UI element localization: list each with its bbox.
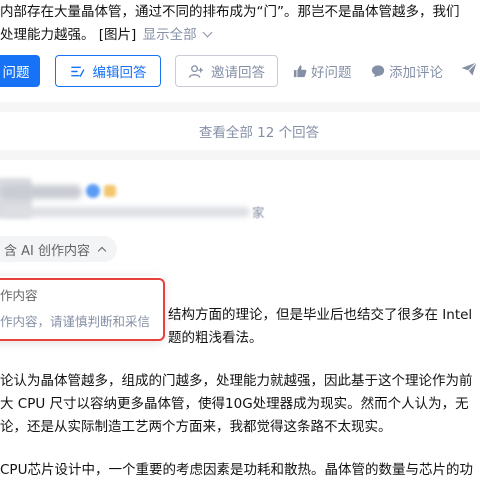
invite-answer-label: 邀请回答 <box>211 65 265 81</box>
chevron-down-icon <box>202 27 213 38</box>
answer-paragraph-3-line-1: CPU芯片设计中，一个重要的考虑因素是功耗和散热。晶体管的数量与芯片的功 <box>0 462 473 478</box>
question-description-line-2: 处理能力越强。 [图片] 显示全部 <box>0 24 213 46</box>
invite-answer-button[interactable]: 邀请回答 <box>175 55 278 87</box>
verified-badge-icon <box>86 184 100 198</box>
ai-popover-title: 作内容 <box>0 288 38 303</box>
share-button[interactable] <box>461 55 477 87</box>
question-card: 内部存在大量晶体管，通过不同的排布成为“门”。那岂不是晶体管越多，我们 处理能力… <box>0 0 480 102</box>
thumbs-up-icon <box>293 64 307 78</box>
add-comment-label: 添加评论 <box>389 65 443 81</box>
question-description-line-1: 内部存在大量晶体管，通过不同的排布成为“门”。那岂不是晶体管越多，我们 <box>0 4 460 20</box>
edit-answer-button[interactable]: 编辑回答 <box>55 55 161 87</box>
answer-paragraph-2-line-2: 大 CPU 尺寸以容纳更多晶体管，使得10G处理器成为现实。然而个人认为，无 <box>0 396 469 412</box>
view-all-answers-bar[interactable]: 查看全部 12 个回答 <box>0 112 480 150</box>
author-bio-tail: 家 <box>252 205 265 220</box>
answer-paragraph-2-line-3: 论，还是从实际制造工艺两个方面来，我都觉得这条路不太现实。 <box>0 419 392 435</box>
ai-popover-description: 作内容，请谨慎判断和采信 <box>0 314 151 329</box>
add-comment-button[interactable]: 添加评论 <box>371 55 443 87</box>
good-question-label: 好问题 <box>311 65 352 81</box>
share-icon <box>461 62 477 80</box>
write-answer-label: 问题 <box>2 65 30 81</box>
comment-icon <box>371 64 385 78</box>
answer-paragraph-1-line-2: 题的粗浅看法。 <box>168 330 263 346</box>
question-description-text: 处理能力越强。 [图片] <box>0 27 137 43</box>
show-all-label: 显示全部 <box>142 27 197 43</box>
add-user-icon <box>188 64 203 79</box>
author-bio <box>0 207 250 217</box>
ai-content-tag[interactable]: 含 AI 创作内容 <box>0 236 117 262</box>
good-question-button[interactable]: 好问题 <box>293 55 352 87</box>
view-all-answers-link[interactable]: 查看全部 12 个回答 <box>199 121 319 141</box>
author-name[interactable] <box>0 185 82 199</box>
answer-paragraph-2-line-1: 论认为晶体管越多，组成的门越多，处理能力就越强，因此基于这个理论作为前 <box>0 373 473 389</box>
chevron-up-icon <box>97 246 107 256</box>
write-answer-button[interactable]: 问题 <box>0 55 40 87</box>
ai-content-popover: 作内容 作内容，请谨慎判断和采信 <box>0 276 163 340</box>
edit-answer-label: 编辑回答 <box>92 65 147 81</box>
edit-icon <box>70 64 85 79</box>
medal-badge-icon <box>104 185 116 197</box>
answer-paragraph-1-line-1: 结构方面的理论，但是毕业后也结交了很多在 Intel <box>168 307 473 323</box>
show-all-link[interactable]: 显示全部 <box>142 27 213 43</box>
ai-content-tag-label: 含 AI 创作内容 <box>4 243 90 259</box>
